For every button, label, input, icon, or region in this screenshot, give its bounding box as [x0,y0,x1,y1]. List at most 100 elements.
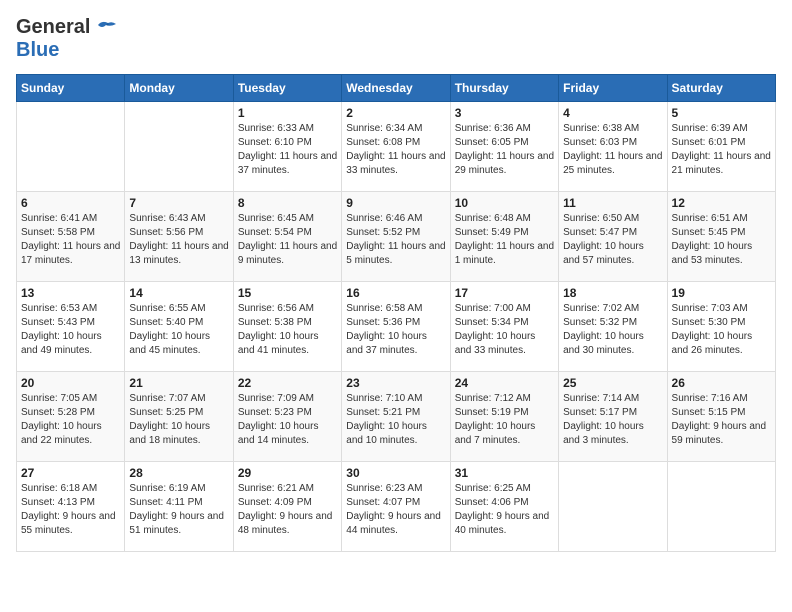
logo: General Blue [16,16,116,62]
day-info: Sunrise: 6:50 AM Sunset: 5:47 PM Dayligh… [563,212,662,268]
day-number: 10 [455,196,554,210]
calendar-cell: 26 Sunrise: 7:16 AM Sunset: 5:15 PM Dayli… [667,372,775,462]
day-info: Sunrise: 6:33 AM Sunset: 6:10 PM Dayligh… [238,122,337,178]
calendar-cell: 18 Sunrise: 7:02 AM Sunset: 5:32 PM Dayli… [559,282,667,372]
day-number: 24 [455,376,554,390]
calendar-cell: 10 Sunrise: 6:48 AM Sunset: 5:49 PM Dayli… [450,192,558,282]
calendar-cell: 8 Sunrise: 6:45 AM Sunset: 5:54 PM Daylig… [233,192,341,282]
calendar-cell: 22 Sunrise: 7:09 AM Sunset: 5:23 PM Dayli… [233,372,341,462]
day-info: Sunrise: 6:34 AM Sunset: 6:08 PM Dayligh… [346,122,445,178]
day-number: 22 [238,376,337,390]
calendar-week-row: 27Sunrise: 6:18 AM Sunset: 4:13 PM Dayli… [17,462,776,552]
weekday-header-wednesday: Wednesday [342,75,450,102]
day-info: Sunrise: 6:58 AM Sunset: 5:36 PM Dayligh… [346,302,445,358]
calendar-cell: 24Sunrise: 7:12 AM Sunset: 5:19 PM Dayli… [450,372,558,462]
day-info: Sunrise: 7:14 AM Sunset: 5:17 PM Dayligh… [563,392,662,448]
weekday-header-row: SundayMondayTuesdayWednesdayThursdayFrid… [17,75,776,102]
day-number: 3 [455,106,554,120]
day-info: Sunrise: 6:36 AM Sunset: 6:05 PM Dayligh… [455,122,554,178]
day-number: 15 [238,286,337,300]
day-info: Sunrise: 6:55 AM Sunset: 5:40 PM Dayligh… [129,302,228,358]
day-number: 31 [455,466,554,480]
day-info: Sunrise: 6:39 AM Sunset: 6:01 PM Dayligh… [672,122,771,178]
calendar-cell: 14 Sunrise: 6:55 AM Sunset: 5:40 PM Dayli… [125,282,233,372]
calendar-cell [125,102,233,192]
calendar-cell: 12Sunrise: 6:51 AM Sunset: 5:45 PM Dayli… [667,192,775,282]
day-number: 28 [129,466,228,480]
calendar-cell [17,102,125,192]
day-number: 16 [346,286,445,300]
day-number: 20 [21,376,120,390]
day-number: 18 [563,286,662,300]
calendar-week-row: 13 Sunrise: 6:53 AM Sunset: 5:43 PM Dayli… [17,282,776,372]
calendar-cell: 4 Sunrise: 6:38 AM Sunset: 6:03 PM Daylig… [559,102,667,192]
weekday-header-saturday: Saturday [667,75,775,102]
calendar-cell: 2 Sunrise: 6:34 AM Sunset: 6:08 PM Daylig… [342,102,450,192]
calendar-cell: 25 Sunrise: 7:14 AM Sunset: 5:17 PM Dayli… [559,372,667,462]
calendar-cell: 11 Sunrise: 6:50 AM Sunset: 5:47 PM Dayli… [559,192,667,282]
weekday-header-thursday: Thursday [450,75,558,102]
day-info: Sunrise: 6:23 AM Sunset: 4:07 PM Dayligh… [346,482,445,538]
day-info: Sunrise: 6:53 AM Sunset: 5:43 PM Dayligh… [21,302,120,358]
day-info: Sunrise: 7:16 AM Sunset: 5:15 PM Dayligh… [672,392,771,448]
day-info: Sunrise: 7:09 AM Sunset: 5:23 PM Dayligh… [238,392,337,448]
day-number: 2 [346,106,445,120]
calendar-cell: 15 Sunrise: 6:56 AM Sunset: 5:38 PM Dayli… [233,282,341,372]
calendar-cell: 16 Sunrise: 6:58 AM Sunset: 5:36 PM Dayli… [342,282,450,372]
calendar-cell: 31 Sunrise: 6:25 AM Sunset: 4:06 PM Dayli… [450,462,558,552]
day-number: 11 [563,196,662,210]
calendar-cell: 23 Sunrise: 7:10 AM Sunset: 5:21 PM Dayli… [342,372,450,462]
day-info: Sunrise: 6:51 AM Sunset: 5:45 PM Dayligh… [672,212,771,268]
day-info: Sunrise: 7:10 AM Sunset: 5:21 PM Dayligh… [346,392,445,448]
logo-blue-text: Blue [16,39,59,61]
day-info: Sunrise: 6:25 AM Sunset: 4:06 PM Dayligh… [455,482,554,538]
day-info: Sunrise: 6:43 AM Sunset: 5:56 PM Dayligh… [129,212,228,268]
day-number: 7 [129,196,228,210]
day-number: 21 [129,376,228,390]
header: General Blue [16,16,776,62]
calendar-cell [667,462,775,552]
day-number: 30 [346,466,445,480]
day-info: Sunrise: 7:05 AM Sunset: 5:28 PM Dayligh… [21,392,120,448]
calendar-cell: 30 Sunrise: 6:23 AM Sunset: 4:07 PM Dayli… [342,462,450,552]
calendar-week-row: 1 Sunrise: 6:33 AM Sunset: 6:10 PM Daylig… [17,102,776,192]
day-number: 19 [672,286,771,300]
day-number: 8 [238,196,337,210]
day-info: Sunrise: 6:48 AM Sunset: 5:49 PM Dayligh… [455,212,554,268]
day-number: 27 [21,466,120,480]
day-number: 4 [563,106,662,120]
day-info: Sunrise: 6:41 AM Sunset: 5:58 PM Dayligh… [21,212,120,268]
day-info: Sunrise: 6:21 AM Sunset: 4:09 PM Dayligh… [238,482,337,538]
day-info: Sunrise: 6:19 AM Sunset: 4:11 PM Dayligh… [129,482,228,538]
day-number: 14 [129,286,228,300]
calendar-cell: 17 Sunrise: 7:00 AM Sunset: 5:34 PM Dayli… [450,282,558,372]
day-info: Sunrise: 7:02 AM Sunset: 5:32 PM Dayligh… [563,302,662,358]
weekday-header-friday: Friday [559,75,667,102]
day-number: 9 [346,196,445,210]
day-number: 13 [21,286,120,300]
calendar-cell: 28 Sunrise: 6:19 AM Sunset: 4:11 PM Dayli… [125,462,233,552]
calendar-cell: 20 Sunrise: 7:05 AM Sunset: 5:28 PM Dayli… [17,372,125,462]
calendar-cell: 29Sunrise: 6:21 AM Sunset: 4:09 PM Dayli… [233,462,341,552]
day-number: 1 [238,106,337,120]
day-info: Sunrise: 6:38 AM Sunset: 6:03 PM Dayligh… [563,122,662,178]
weekday-header-tuesday: Tuesday [233,75,341,102]
calendar-cell: 3 Sunrise: 6:36 AM Sunset: 6:05 PM Daylig… [450,102,558,192]
day-info: Sunrise: 7:00 AM Sunset: 5:34 PM Dayligh… [455,302,554,358]
calendar-week-row: 6Sunrise: 6:41 AM Sunset: 5:58 PM Daylig… [17,192,776,282]
calendar-cell: 21 Sunrise: 7:07 AM Sunset: 5:25 PM Dayli… [125,372,233,462]
day-info: Sunrise: 6:46 AM Sunset: 5:52 PM Dayligh… [346,212,445,268]
day-info: Sunrise: 6:56 AM Sunset: 5:38 PM Dayligh… [238,302,337,358]
calendar-table: SundayMondayTuesdayWednesdayThursdayFrid… [16,74,776,552]
day-number: 25 [563,376,662,390]
calendar-cell: 13 Sunrise: 6:53 AM Sunset: 5:43 PM Dayli… [17,282,125,372]
day-number: 23 [346,376,445,390]
calendar-cell: 9 Sunrise: 6:46 AM Sunset: 5:52 PM Daylig… [342,192,450,282]
day-info: Sunrise: 6:45 AM Sunset: 5:54 PM Dayligh… [238,212,337,268]
day-number: 26 [672,376,771,390]
day-number: 17 [455,286,554,300]
calendar-cell: 7 Sunrise: 6:43 AM Sunset: 5:56 PM Daylig… [125,192,233,282]
logo-general-text: General [16,16,90,39]
weekday-header-sunday: Sunday [17,75,125,102]
day-info: Sunrise: 7:07 AM Sunset: 5:25 PM Dayligh… [129,392,228,448]
